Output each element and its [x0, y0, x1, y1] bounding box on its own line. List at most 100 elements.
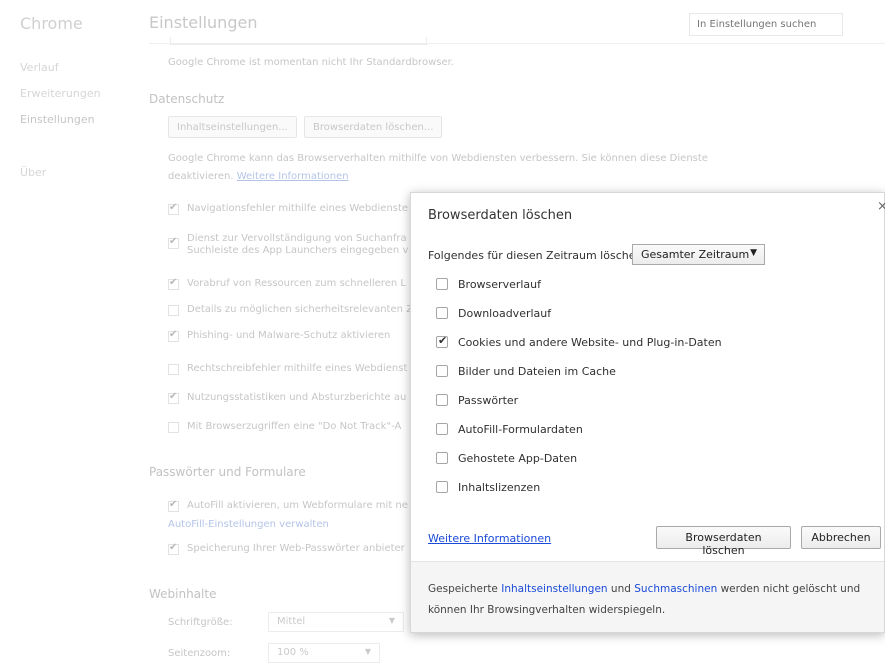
option-hosted-app-data[interactable]: Gehostete App-Daten	[436, 450, 577, 466]
checkbox-row-spellcheck[interactable]: Rechtschreibfehler mithilfe eines Webdie…	[168, 363, 407, 379]
checkbox-row-do-not-track[interactable]: Mit Browserzugriffen eine "Do Not Track"…	[168, 421, 401, 437]
cancel-button[interactable]: Abbrechen	[801, 526, 881, 549]
checkbox-label-line2: Suchleiste des App Launchers eingegeben …	[187, 245, 409, 256]
checkbox[interactable]	[436, 423, 448, 435]
checkbox-label: Nutzungsstatistiken und Absturzberichte …	[187, 392, 407, 403]
privacy-description-text: deaktivieren.	[168, 171, 234, 182]
font-size-label: Schriftgröße:	[168, 617, 233, 628]
option-label: Cookies und andere Website- und Plug-in-…	[458, 335, 722, 349]
privacy-description-line1: Google Chrome kann das Browserverhalten …	[168, 153, 708, 164]
sidebar-item-extensions[interactable]: Erweiterungen	[20, 87, 101, 100]
option-label: Downloadverlauf	[458, 306, 552, 320]
content-settings-link[interactable]: Inhaltseinstellungen	[501, 583, 607, 595]
option-label: AutoFill-Formulardaten	[458, 422, 583, 436]
dialog-learn-more-link[interactable]: Weitere Informationen	[428, 532, 551, 545]
footer-text: können Ihr Browsingverhalten widerspiege…	[428, 604, 666, 616]
page-zoom-label: Seitenzoom:	[168, 648, 231, 659]
content-settings-button[interactable]: Inhaltseinstellungen...	[168, 116, 297, 138]
header-divider	[149, 43, 885, 44]
checkbox[interactable]	[168, 364, 179, 375]
checkbox[interactable]	[168, 236, 179, 249]
checkbox-row-usage-stats[interactable]: Nutzungsstatistiken und Absturzberichte …	[168, 391, 407, 408]
checkbox[interactable]	[168, 542, 179, 555]
checkbox-label-line1: Dienst zur Vervollständigung von Suchanf…	[187, 233, 407, 244]
dialog-title: Browserdaten löschen	[428, 208, 573, 223]
option-passwords[interactable]: Passwörter	[436, 392, 518, 408]
confirm-clear-button[interactable]: Browserdaten löschen	[656, 526, 791, 557]
search-engines-link[interactable]: Suchmaschinen	[634, 583, 717, 595]
checkbox-label: Details zu möglichen sicherheitsrelevant…	[187, 304, 413, 315]
footer-text: werden nicht gelöscht und	[717, 583, 861, 595]
sidebar-item-settings[interactable]: Einstellungen	[20, 113, 95, 126]
checkbox-label: Rechtschreibfehler mithilfe eines Webdie…	[187, 363, 408, 374]
option-browsing-history[interactable]: Browserverlauf	[436, 276, 541, 292]
footer-text: Gespeicherte	[428, 583, 502, 595]
checkbox[interactable]	[168, 277, 179, 290]
page-zoom-value: 100 %	[277, 647, 309, 658]
option-content-licenses[interactable]: Inhaltslizenzen	[436, 479, 540, 495]
web-content-section-title: Webinhalte	[149, 587, 217, 601]
checkbox-row-navigation-errors[interactable]: Navigationsfehler mithilfe eines Webdien…	[168, 202, 409, 219]
font-size-select[interactable]: Mittel ▼	[268, 612, 404, 632]
time-range-value: Gesamter Zeitraum	[641, 248, 750, 261]
checkbox[interactable]	[436, 307, 448, 319]
checkbox[interactable]	[168, 499, 179, 512]
option-download-history[interactable]: Downloadverlauf	[436, 305, 551, 321]
checkbox[interactable]	[168, 305, 179, 316]
privacy-section-title: Datenschutz	[149, 92, 225, 106]
time-range-select[interactable]: Gesamter Zeitraum ▼	[632, 244, 765, 265]
option-label: Browserverlauf	[458, 277, 542, 291]
chevron-down-icon: ▼	[750, 248, 757, 258]
option-label: Inhaltslizenzen	[458, 480, 541, 494]
sidebar-item-history[interactable]: Verlauf	[20, 61, 59, 74]
checkbox-label: Phishing- und Malware-Schutz aktivieren	[187, 330, 391, 341]
checkbox[interactable]	[436, 334, 448, 348]
chrome-brand: Chrome	[20, 14, 83, 33]
checkbox[interactable]	[168, 391, 179, 404]
chevron-down-icon: ▼	[388, 616, 395, 625]
sidebar-item-about[interactable]: Über	[20, 166, 46, 179]
privacy-description-line2: deaktivieren. Weitere Informationen	[168, 171, 349, 182]
checkbox-row-phishing[interactable]: Phishing- und Malware-Schutz aktivieren	[168, 329, 391, 346]
dialog-footer-note: Gespeicherte Inhaltseinstellungen und Su…	[411, 561, 884, 632]
close-icon[interactable]: ×	[877, 199, 885, 214]
checkbox-label: Mit Browserzugriffen eine "Do Not Track"…	[187, 421, 402, 432]
option-cache[interactable]: Bilder und Dateien im Cache	[436, 363, 616, 379]
checkbox[interactable]	[436, 452, 448, 464]
checkbox-row-security-details[interactable]: Details zu möglichen sicherheitsrelevant…	[168, 304, 413, 320]
page-title: Einstellungen	[149, 13, 258, 32]
footer-text: und	[607, 583, 635, 595]
option-label: Passwörter	[458, 393, 519, 407]
option-autofill[interactable]: AutoFill-Formulardaten	[436, 421, 583, 437]
checkbox-label: AutoFill aktivieren, um Webformulare mit…	[187, 500, 408, 511]
checkbox-row-autofill[interactable]: AutoFill aktivieren, um Webformulare mit…	[168, 499, 408, 516]
checkbox[interactable]	[436, 365, 448, 377]
checkbox-label: Navigationsfehler mithilfe eines Webdien…	[187, 203, 409, 214]
checkbox[interactable]	[168, 202, 179, 215]
checkbox[interactable]	[436, 481, 448, 493]
checkbox-label: Vorabruf von Ressourcen zum schnelleren …	[187, 278, 406, 289]
settings-search-input[interactable]	[689, 13, 843, 36]
checkbox-row-save-passwords[interactable]: Speicherung Ihrer Web-Passwörter anbiete…	[168, 542, 405, 559]
page-zoom-select[interactable]: 100 % ▼	[268, 643, 380, 663]
checkbox[interactable]	[436, 394, 448, 406]
privacy-learn-more-link[interactable]: Weitere Informationen	[237, 171, 349, 182]
option-cookies[interactable]: Cookies und andere Website- und Plug-in-…	[436, 334, 722, 350]
checkbox-label: Speicherung Ihrer Web-Passwörter anbiete…	[187, 543, 405, 554]
clear-browsing-data-button[interactable]: Browserdaten löschen...	[304, 116, 443, 138]
checkbox[interactable]	[168, 422, 179, 433]
default-browser-text: Google Chrome ist momentan nicht Ihr Sta…	[168, 57, 454, 68]
checkbox-row-search-suggestions[interactable]: Dienst zur Vervollständigung von Suchanf…	[168, 233, 408, 261]
checkbox[interactable]	[436, 278, 448, 290]
autofill-settings-link[interactable]: AutoFill-Einstellungen verwalten	[168, 519, 329, 530]
font-size-value: Mittel	[277, 616, 306, 627]
chevron-down-icon: ▼	[364, 647, 371, 656]
checkbox-label: Dienst zur Vervollständigung von Suchanf…	[187, 233, 408, 257]
option-label: Gehostete App-Daten	[458, 451, 578, 465]
passwords-section-title: Passwörter und Formulare	[149, 465, 306, 479]
time-range-label: Folgendes für diesen Zeitraum löschen:	[428, 249, 647, 262]
option-label: Bilder und Dateien im Cache	[458, 364, 616, 378]
checkbox[interactable]	[168, 329, 179, 342]
checkbox-row-prefetch[interactable]: Vorabruf von Ressourcen zum schnelleren …	[168, 277, 406, 294]
clear-browsing-data-dialog: Browserdaten löschen × Folgendes für die…	[410, 192, 885, 633]
